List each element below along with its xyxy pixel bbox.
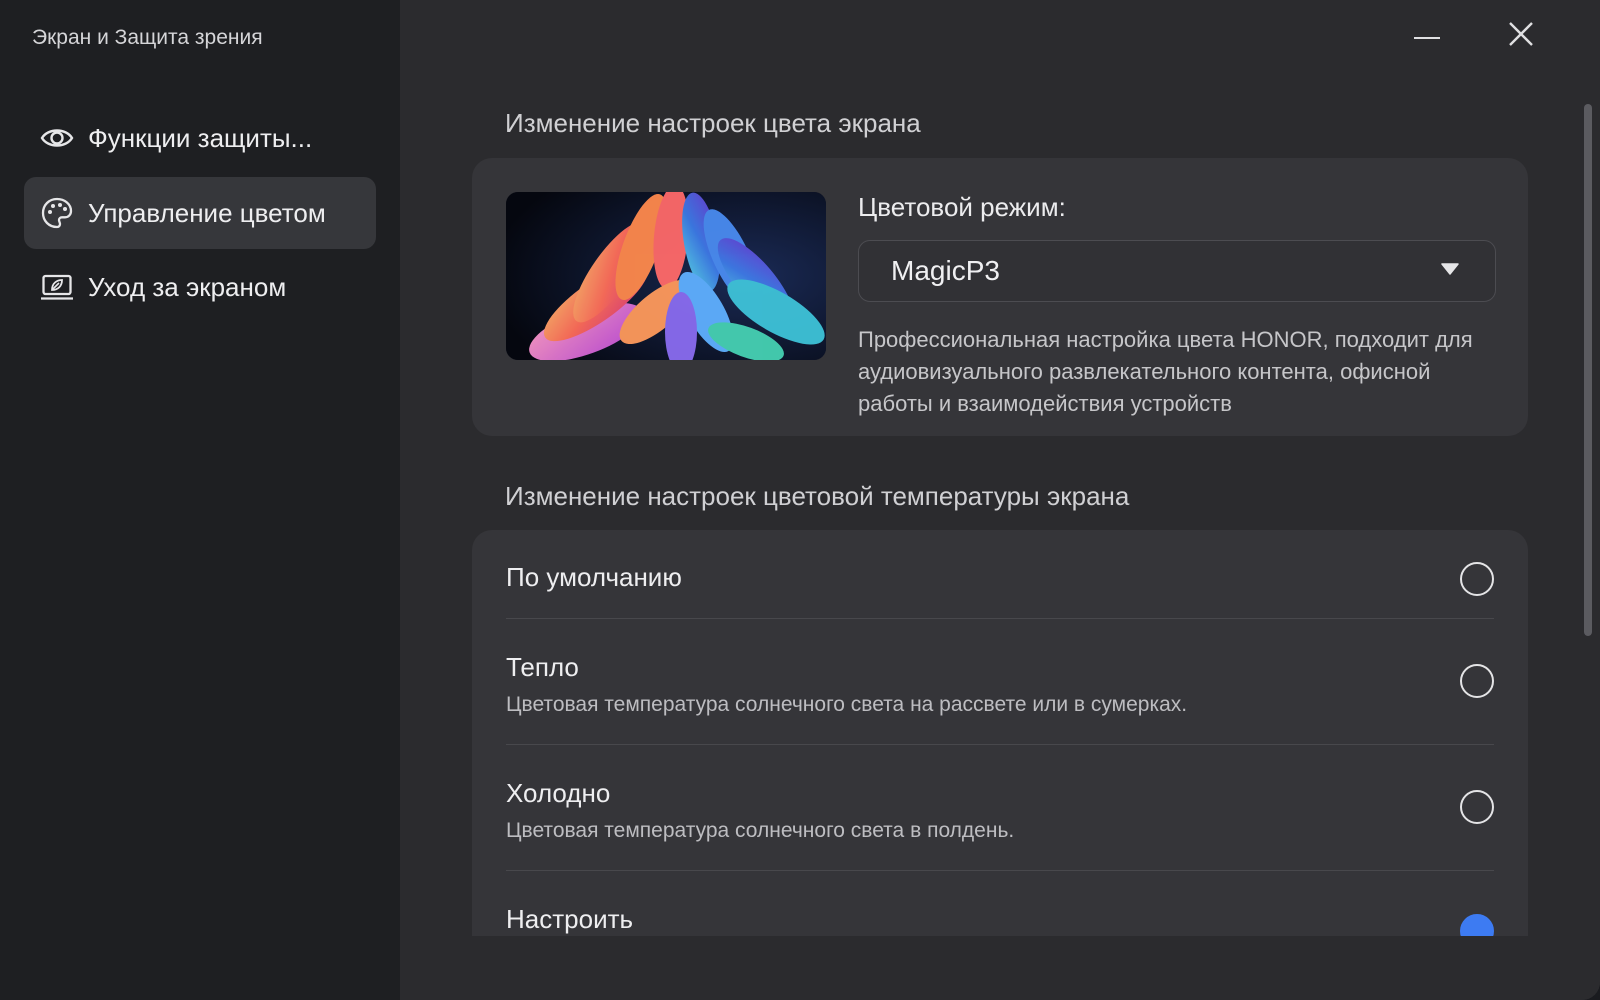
sidebar-item-color-management[interactable]: Управление цветом [24,177,376,249]
bottom-fade [400,936,1600,1000]
close-icon [1508,21,1534,52]
sidebar-item-label: Уход за экраном [88,271,287,302]
radio-warm[interactable] [1460,664,1494,698]
color-mode-dropdown[interactable]: MagicP3 [858,240,1496,302]
main-panel: Изменение настроек цвета экрана Цветовой… [400,0,1600,1000]
sidebar-item-screen-care[interactable]: Уход за экраном [24,251,376,323]
option-title: По умолчанию [506,562,682,592]
temperature-option-default[interactable]: По умолчанию [506,562,1494,622]
color-preview-image [506,192,826,360]
section-title-color: Изменение настроек цвета экрана [505,108,921,138]
color-mode-description: Профессиональная настройка цвета HONOR, … [858,327,1473,416]
temperature-card: По умолчанию Тепло Цветовая температура … [472,530,1528,1000]
palette-icon [40,196,74,230]
temperature-option-warm[interactable]: Тепло Цветовая температура солнечного св… [506,652,1494,742]
sidebar-item-label: Функции защиты... [88,122,313,153]
minimize-icon [1414,27,1440,45]
minimize-button[interactable] [1399,16,1455,56]
screen-leaf-icon [40,270,74,304]
temperature-option-cool[interactable]: Холодно Цветовая температура солнечного … [506,778,1494,868]
close-button[interactable] [1493,16,1549,56]
scrollbar[interactable] [1584,104,1592,636]
eye-icon [40,121,74,155]
dropdown-arrow-icon [1441,262,1459,280]
option-subtitle: Цветовая температура солнечного света в … [506,819,1015,842]
sidebar-item-eye-protection[interactable]: Функции защиты... [24,102,376,174]
color-mode-label: Цветовой режим: [858,192,1066,222]
radio-cool[interactable] [1460,790,1494,824]
radio-default[interactable] [1460,562,1494,596]
divider [506,744,1494,745]
sidebar: Экран и Защита зрения Функции защиты... [0,0,400,1000]
divider [506,618,1494,619]
app-title: Экран и Защита зрения [32,26,263,49]
settings-window: Экран и Защита зрения Функции защиты... [0,0,1600,1000]
sidebar-item-label: Управление цветом [88,197,326,228]
divider [506,870,1494,871]
section-title-temperature: Изменение настроек цветовой температуры … [505,481,1130,511]
option-subtitle: Цветовая температура солнечного света на… [506,693,1188,716]
color-mode-card: Цветовой режим: MagicP3 Профессиональная… [472,158,1528,436]
option-title: Холодно [506,778,611,808]
option-title: Настроить [506,904,634,934]
option-title: Тепло [506,652,579,682]
color-mode-value: MagicP3 [891,255,1000,286]
